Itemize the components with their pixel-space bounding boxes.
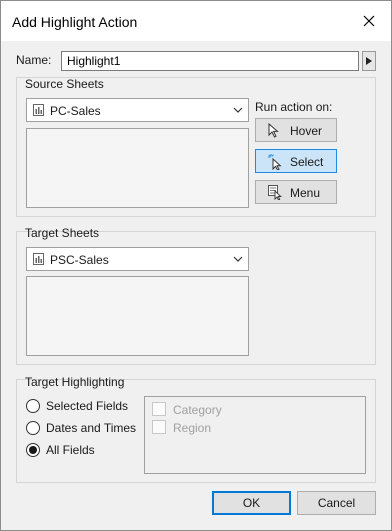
select-cursor-icon bbox=[268, 154, 282, 170]
radio-button[interactable] bbox=[26, 443, 40, 457]
ok-button[interactable]: OK bbox=[212, 491, 291, 515]
title-bar[interactable]: Add Highlight Action bbox=[1, 1, 391, 41]
radio-label: Dates and Times bbox=[46, 421, 137, 435]
select-label: Select bbox=[290, 155, 324, 169]
name-input[interactable]: Highlight1 bbox=[61, 51, 359, 71]
name-label: Name: bbox=[16, 53, 52, 67]
radio-label: Selected Fields bbox=[46, 399, 129, 413]
field-label: Category bbox=[173, 403, 222, 417]
target-sheet-selected: PSC-Sales bbox=[50, 253, 109, 267]
chevron-down-icon bbox=[233, 107, 243, 113]
source-sheets-list[interactable] bbox=[26, 128, 249, 208]
menu-icon bbox=[268, 185, 282, 200]
select-button[interactable]: Select bbox=[255, 149, 337, 173]
target-sheet-dropdown[interactable]: PSC-Sales bbox=[26, 247, 249, 271]
fields-list: Category Region bbox=[144, 396, 366, 474]
source-sheet-dropdown[interactable]: PC-Sales bbox=[26, 98, 249, 122]
source-sheet-selected: PC-Sales bbox=[50, 104, 101, 118]
run-action-label: Run action on: bbox=[255, 100, 333, 114]
cursor-arrow-icon bbox=[268, 123, 279, 138]
source-sheets-label: Source Sheets bbox=[25, 77, 104, 91]
name-menu-button[interactable] bbox=[362, 51, 376, 71]
radio-label: All Fields bbox=[46, 443, 95, 457]
target-sheets-list[interactable] bbox=[26, 276, 249, 356]
worksheet-chart-icon bbox=[33, 104, 44, 116]
hover-label: Hover bbox=[290, 124, 323, 138]
menu-button[interactable]: Menu bbox=[255, 180, 337, 204]
target-highlighting-label: Target Highlighting bbox=[25, 375, 125, 389]
radio-button[interactable] bbox=[26, 421, 40, 435]
checkbox bbox=[152, 420, 166, 434]
menu-label: Menu bbox=[290, 186, 321, 200]
radio-button[interactable] bbox=[26, 399, 40, 413]
close-button[interactable] bbox=[353, 7, 385, 35]
dialog-title: Add Highlight Action bbox=[12, 14, 138, 30]
worksheet-chart-icon bbox=[33, 253, 44, 265]
cancel-button[interactable]: Cancel bbox=[297, 491, 376, 515]
triangle-right-icon bbox=[366, 57, 372, 65]
hover-button[interactable]: Hover bbox=[255, 118, 337, 142]
target-sheets-label: Target Sheets bbox=[25, 226, 100, 240]
close-icon bbox=[363, 15, 375, 27]
field-label: Region bbox=[173, 421, 212, 435]
checkbox bbox=[152, 402, 166, 416]
add-highlight-action-dialog: Add Highlight Action Name: Highlight1 So… bbox=[0, 0, 392, 531]
chevron-down-icon bbox=[233, 256, 243, 262]
